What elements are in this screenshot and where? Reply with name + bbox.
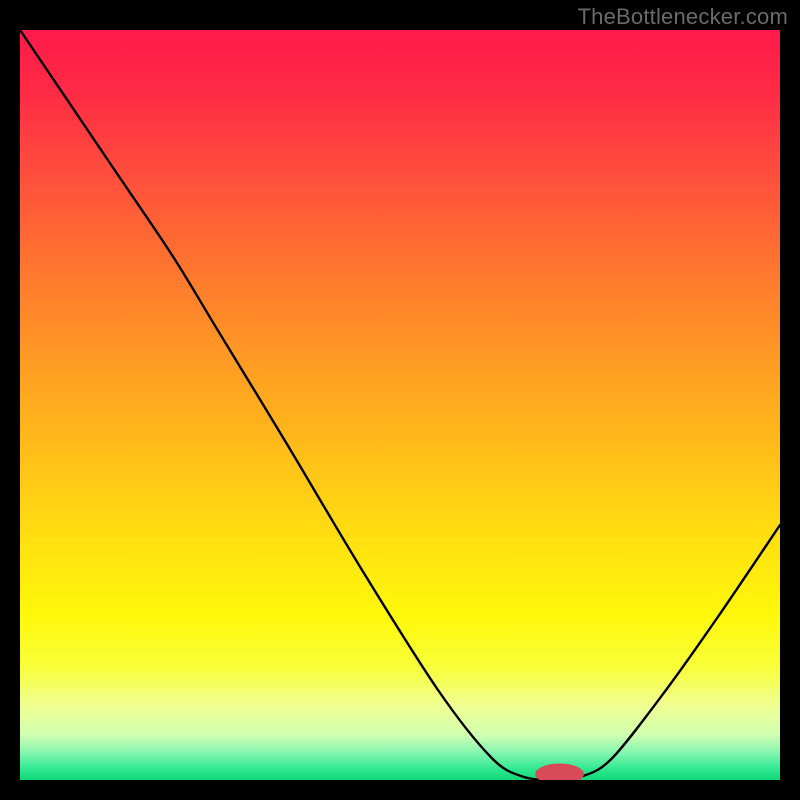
chart-frame: TheBottlenecker.com [0,0,800,800]
watermark-text: TheBottlenecker.com [578,4,788,30]
gradient-background [20,30,780,780]
chart-svg [20,30,780,780]
plot-area [20,30,780,780]
